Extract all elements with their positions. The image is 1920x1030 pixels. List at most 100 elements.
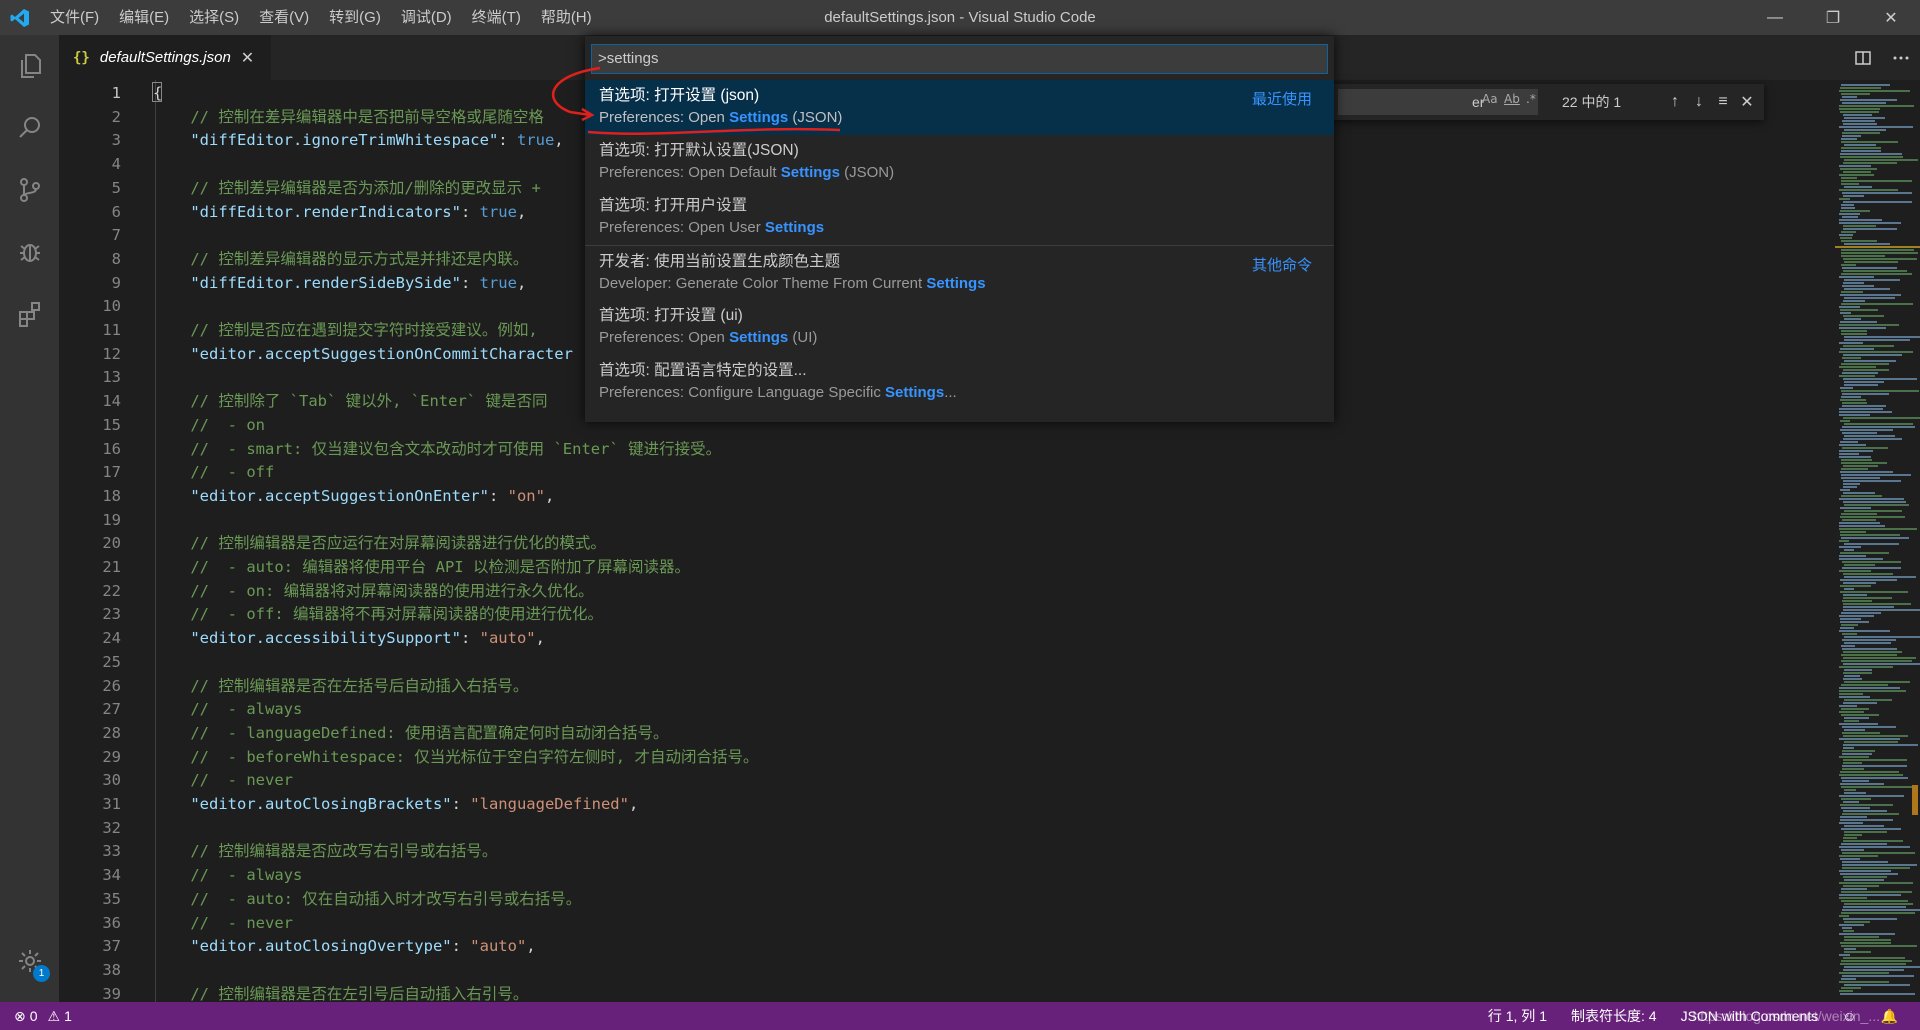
- extensions-icon[interactable]: [0, 283, 59, 345]
- menu-item[interactable]: 文件(F): [40, 0, 109, 35]
- code-token: // - never: [153, 913, 293, 932]
- menu-bar: 文件(F) 编辑(E) 选择(S) 查看(V) 转到(G) 调试(D) 终端(T) 帮助(H): [40, 0, 602, 35]
- close-window-button[interactable]: ✕: [1862, 0, 1920, 35]
- settings-gear-icon[interactable]: 1: [0, 930, 59, 992]
- command-item[interactable]: 首选项: 打开用户设置 Preferences: Open User Settin…: [585, 190, 1334, 245]
- command-detail-text: Developer: Generate Color Theme From Cur…: [599, 275, 927, 292]
- menu-item[interactable]: 查看(V): [249, 0, 319, 35]
- explorer-icon[interactable]: [0, 35, 59, 97]
- minimap-line: [1841, 273, 1912, 275]
- minimap-line: [1842, 561, 1901, 563]
- minimap-line: [1841, 177, 1857, 179]
- minimap-line: [1843, 876, 1887, 878]
- code-token: // 控制编辑器是否在左括号后自动插入右括号。: [153, 676, 529, 695]
- code-text: // 控制编辑器是否应改写右引号或右括号。: [153, 840, 497, 864]
- command-item[interactable]: 首选项: 打开设置 (ui) Preferences: Open Settings…: [585, 300, 1334, 355]
- code-line: 17 // - off: [59, 461, 1779, 485]
- search-icon[interactable]: [0, 97, 59, 159]
- menu-item[interactable]: 终端(T): [462, 0, 531, 35]
- menu-item[interactable]: 帮助(H): [531, 0, 602, 35]
- minimap-line: [1839, 444, 1866, 446]
- code-text: "editor.acceptSuggestionOnEnter": "on",: [153, 485, 554, 509]
- menu-item[interactable]: 编辑(E): [109, 0, 179, 35]
- command-item[interactable]: 首选项: 打开设置 (json) Preferences: Open Settin…: [585, 80, 1334, 135]
- code-token: // 控制编辑器是否在左引号后自动插入右引号。: [153, 984, 529, 1002]
- minimap-line: [1841, 891, 1912, 893]
- notifications-icon[interactable]: 🔔: [1869, 1002, 1910, 1030]
- command-item[interactable]: 首选项: 打开默认设置(JSON) Preferences: Open Defau…: [585, 135, 1334, 190]
- vertical-scrollbar[interactable]: [1906, 80, 1920, 1002]
- restore-button[interactable]: ❐: [1804, 0, 1862, 35]
- line-number: 9: [111, 273, 121, 292]
- code-token: :: [451, 937, 471, 956]
- more-actions-icon[interactable]: [1882, 35, 1920, 80]
- split-editor-icon[interactable]: [1844, 35, 1882, 80]
- debug-icon[interactable]: [0, 221, 59, 283]
- match-case-icon[interactable]: Aa: [1482, 92, 1498, 106]
- command-palette-input[interactable]: >settings: [591, 44, 1328, 74]
- minimap-line: [1839, 450, 1873, 452]
- close-tab-icon[interactable]: ✕: [241, 48, 254, 68]
- minimap-line: [1844, 549, 1854, 551]
- minimap-line: [1844, 504, 1909, 506]
- minimap-line: [1844, 741, 1898, 743]
- code-line: 20 // 控制编辑器是否应运行在对屏幕阅读器进行优化的模式。: [59, 532, 1779, 556]
- minimap-line: [1840, 963, 1906, 965]
- source-control-icon[interactable]: [0, 159, 59, 221]
- minimap-line: [1842, 867, 1910, 869]
- whole-word-icon[interactable]: Ab: [1504, 92, 1520, 106]
- problems-indicator[interactable]: ⊗ 0 ⚠ 1: [14, 1002, 72, 1030]
- code-text: // 控制在差异编辑器中是否把前导空格或尾随空格: [153, 106, 544, 130]
- minimap-line: [1840, 621, 1869, 623]
- menu-item[interactable]: 转到(G): [319, 0, 391, 35]
- cursor-position[interactable]: 行 1, 列 1: [1476, 1002, 1559, 1030]
- minimap-line: [1843, 906, 1906, 908]
- language-mode[interactable]: JSON with Comments: [1669, 1002, 1831, 1030]
- line-number: 10: [102, 297, 121, 316]
- code-token: "on": [507, 486, 545, 505]
- code-text: "editor.autoClosingBrackets": "languageD…: [153, 793, 638, 817]
- minimap-line: [1842, 852, 1915, 854]
- code-token: // 控制编辑器是否应改写右引号或右括号。: [153, 842, 498, 861]
- minimap-line: [1842, 447, 1888, 449]
- minimap-line: [1843, 702, 1877, 704]
- code-token: // 控制差异编辑器的显示方式是并排还是内联。: [153, 249, 529, 268]
- minimap-line: [1844, 669, 1872, 671]
- minimap-line: [1840, 858, 1860, 860]
- regex-icon[interactable]: .*: [1526, 92, 1536, 106]
- minimap-line: [1844, 318, 1861, 320]
- minimap-line: [1843, 573, 1893, 575]
- line-number: 29: [102, 747, 121, 766]
- minimap-line: [1843, 957, 1905, 959]
- minimap-line: [1841, 303, 1913, 305]
- close-find-icon[interactable]: ✕: [1733, 84, 1761, 120]
- minimap-line: [1841, 912, 1915, 914]
- minimap-line: [1841, 537, 1909, 539]
- command-item[interactable]: 开发者: 使用当前设置生成颜色主题 Developer: Generate Col…: [585, 245, 1334, 300]
- code-line: 33 // 控制编辑器是否应改写右引号或右括号。: [59, 840, 1779, 864]
- command-detail: Developer: Generate Color Theme From Cur…: [599, 273, 1320, 295]
- feedback-icon[interactable]: ☺: [1830, 1002, 1868, 1030]
- minimap-line: [1840, 585, 1871, 587]
- code-token: // - always: [153, 866, 303, 885]
- tab-default-settings[interactable]: {} defaultSettings.json ✕: [59, 35, 271, 80]
- menu-item[interactable]: 选择(S): [179, 0, 249, 35]
- minimap-line: [1842, 393, 1889, 395]
- minimap-line: [1843, 228, 1897, 230]
- scrollbar-thumb[interactable]: [1912, 785, 1918, 815]
- code-text: // 控制差异编辑器是否为添加/删除的更改显示 +: [153, 177, 541, 201]
- command-item[interactable]: 首选项: 配置语言特定的设置... Preferences: Configure …: [585, 355, 1334, 410]
- menu-item[interactable]: 调试(D): [391, 0, 462, 35]
- minimap-line: [1841, 960, 1912, 962]
- code-token: :: [498, 131, 517, 150]
- minimap-line: [1839, 408, 1883, 410]
- tab-size[interactable]: 制表符长度: 4: [1559, 1002, 1669, 1030]
- code-token: // 控制除了 `Tab` 键以外, `Enter` 键是否同: [153, 392, 548, 411]
- minimap-line: [1841, 333, 1867, 335]
- minimize-button[interactable]: —: [1746, 0, 1804, 35]
- minimap-line: [1841, 249, 1914, 251]
- minimap-line: [1841, 264, 1856, 266]
- minimap-line: [1839, 990, 1853, 992]
- code-line: 29 // - beforeWhitespace: 仅当光标位于空白字符左侧时,…: [59, 746, 1779, 770]
- minimap-line: [1839, 687, 1900, 689]
